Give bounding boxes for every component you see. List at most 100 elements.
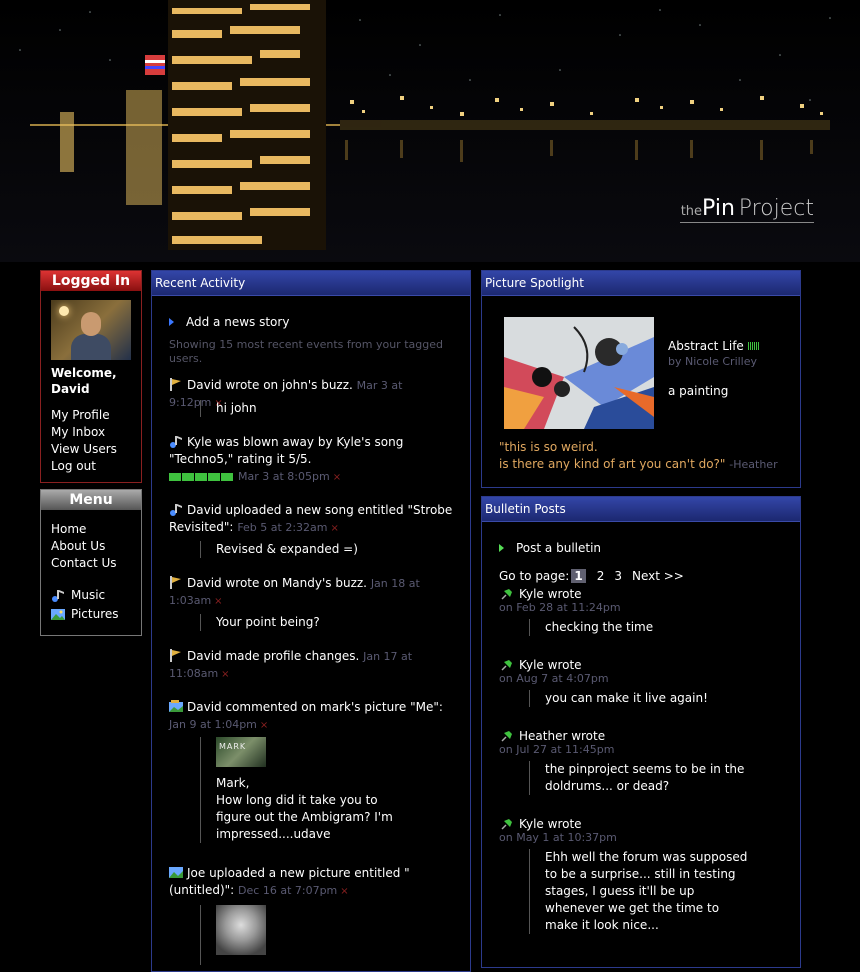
remove-icon[interactable]: × [331,523,339,534]
menu-panel: Menu Home About Us Contact Us Music Pict… [40,489,142,636]
picture-thumbnail-untitled[interactable] [216,905,266,955]
welcome-user-name: David [51,382,90,396]
bulletin-author-text: Kyle wrote [519,658,582,672]
spotlight-picture[interactable] [504,317,654,429]
abstract-painting-image [504,317,654,429]
comment-author[interactable]: -Heather [729,458,777,471]
bulletin-author-text: Heather wrote [519,729,606,743]
song-icon [170,436,182,448]
bulletin-author[interactable]: Heather wrote [499,729,789,743]
bulletin-post: Kyle wrote on Aug 7 at 4:07pm you can ma… [499,658,789,707]
media-links: Music Pictures [51,586,119,624]
pictures-link[interactable]: Pictures [51,605,119,624]
about-us-link[interactable]: About Us [51,538,117,555]
site-logo[interactable]: thePin Project [681,196,814,221]
activity-quote: Revised & expanded =) [200,541,358,558]
bulletin-time: on Jul 27 at 11:45pm [499,743,615,756]
rating-bar [169,469,234,486]
activity-time: Dec 16 at 7:07pm [238,884,338,897]
logged-in-title: Logged In [41,271,141,291]
pushpin-icon [501,659,512,671]
activity-quote: Mark, How long did it take you to figure… [216,776,393,841]
add-news-story-label: Add a news story [186,315,290,329]
rating-segment [208,473,220,481]
account-links: My Profile My Inbox View Users Log out [51,407,117,475]
music-link[interactable]: Music [51,586,119,605]
activity-item: David made profile changes. Jan 17 at 11… [169,648,459,683]
welcome-text: Welcome, David [51,365,117,397]
remove-icon[interactable]: × [214,596,222,607]
view-users-link[interactable]: View Users [51,441,117,458]
page-1-link[interactable]: 1 [571,569,586,583]
remove-icon[interactable]: × [333,472,341,483]
music-icon [52,590,64,602]
bulletin-post: Kyle wrote on Feb 28 at 11:24pm checking… [499,587,789,636]
pushpin-icon [501,818,512,830]
add-news-story-link[interactable]: Add a news story [169,315,289,329]
bulletin-author[interactable]: Kyle wrote [499,587,789,601]
activity-quote-block: MARK Mark, How long did it take you to f… [200,737,396,843]
showing-note: Showing 15 most recent events from your … [169,338,443,365]
remove-icon[interactable]: × [260,720,268,731]
bulletin-body: you can make it live again! [529,690,755,707]
remove-icon[interactable]: × [340,886,348,897]
activity-item: Kyle was blown away by Kyle's song "Tech… [169,434,459,486]
bulletin-time: on Feb 28 at 11:24pm [499,601,621,614]
spotlight-picture-title[interactable]: Abstract Life [668,339,760,353]
activity-quote-block [200,905,266,965]
bulletin-author-text: Kyle wrote [519,587,582,601]
activity-item: David wrote on Mandy's buzz. Jan 18 at 1… [169,575,459,610]
spotlight-comment: "this is so weird. is there any kind of … [499,439,789,473]
activity-text: David made profile changes. [187,649,360,663]
menu-links: Home About Us Contact Us [51,521,117,572]
logo-underline [680,222,814,223]
activity-text: David wrote on john's buzz. [187,378,353,392]
home-link[interactable]: Home [51,521,117,538]
logo-the: the [680,204,703,219]
bulletin-body: checking the time [529,619,755,636]
page-3-link[interactable]: 3 [614,569,622,583]
bulletin-author[interactable]: Kyle wrote [499,658,789,672]
page-2-link[interactable]: 2 [597,569,605,583]
picture-comment-icon [169,700,183,712]
post-bulletin-link[interactable]: Post a bulletin [499,541,601,555]
activity-text: David wrote on Mandy's buzz. [187,576,367,590]
buzz-icon [170,378,181,391]
bulletin-author[interactable]: Kyle wrote [499,817,789,831]
pictures-icon [51,609,65,620]
menu-title: Menu [41,490,141,510]
song-icon [170,504,182,516]
activity-time: Jan 9 at 1:04pm [169,718,257,731]
picture-thumbnail-me[interactable]: MARK [216,737,266,767]
pictures-label: Pictures [71,607,119,621]
bulletin-time: on May 1 at 10:37pm [499,831,617,844]
bulletin-time: on Aug 7 at 4:07pm [499,672,609,685]
logo-pin: Pin [702,196,735,221]
bulletin-posts-panel: Bulletin Posts Post a bulletin Go to pag… [481,496,801,968]
picture-title-text: Abstract Life [668,339,744,353]
pushpin-icon [501,730,512,742]
my-inbox-link[interactable]: My Inbox [51,424,117,441]
bulletin-body: the pinproject seems to be in the doldru… [529,761,755,795]
picture-spotlight-title: Picture Spotlight [482,271,800,296]
comment-line-1: "this is so weird. [499,440,598,454]
avatar[interactable] [51,300,131,360]
activity-time: Feb 5 at 2:32am [237,521,328,534]
post-bulletin-label: Post a bulletin [516,541,602,555]
activity-text: David commented on mark's picture "Me": [187,700,443,714]
thumbnail-text: MARK [219,742,247,751]
welcome-label: Welcome, [51,366,117,380]
music-label: Music [71,588,106,602]
pagination: Go to page: 1 2 3 Next >> [499,569,684,583]
arrow-right-icon [169,318,174,326]
remove-icon[interactable]: × [221,669,229,680]
next-page-link[interactable]: Next >> [632,569,684,583]
logo-project: Project [738,196,814,221]
spotlight-artist[interactable]: by Nicole Crilley [668,355,757,368]
contact-us-link[interactable]: Contact Us [51,555,117,572]
site-header-banner: thePin Project [0,0,860,262]
bulletin-body: Ehh well the forum was supposed to be a … [529,849,755,934]
my-profile-link[interactable]: My Profile [51,407,117,424]
activity-item: Joe uploaded a new picture entitled "(un… [169,865,459,900]
log-out-link[interactable]: Log out [51,458,117,475]
